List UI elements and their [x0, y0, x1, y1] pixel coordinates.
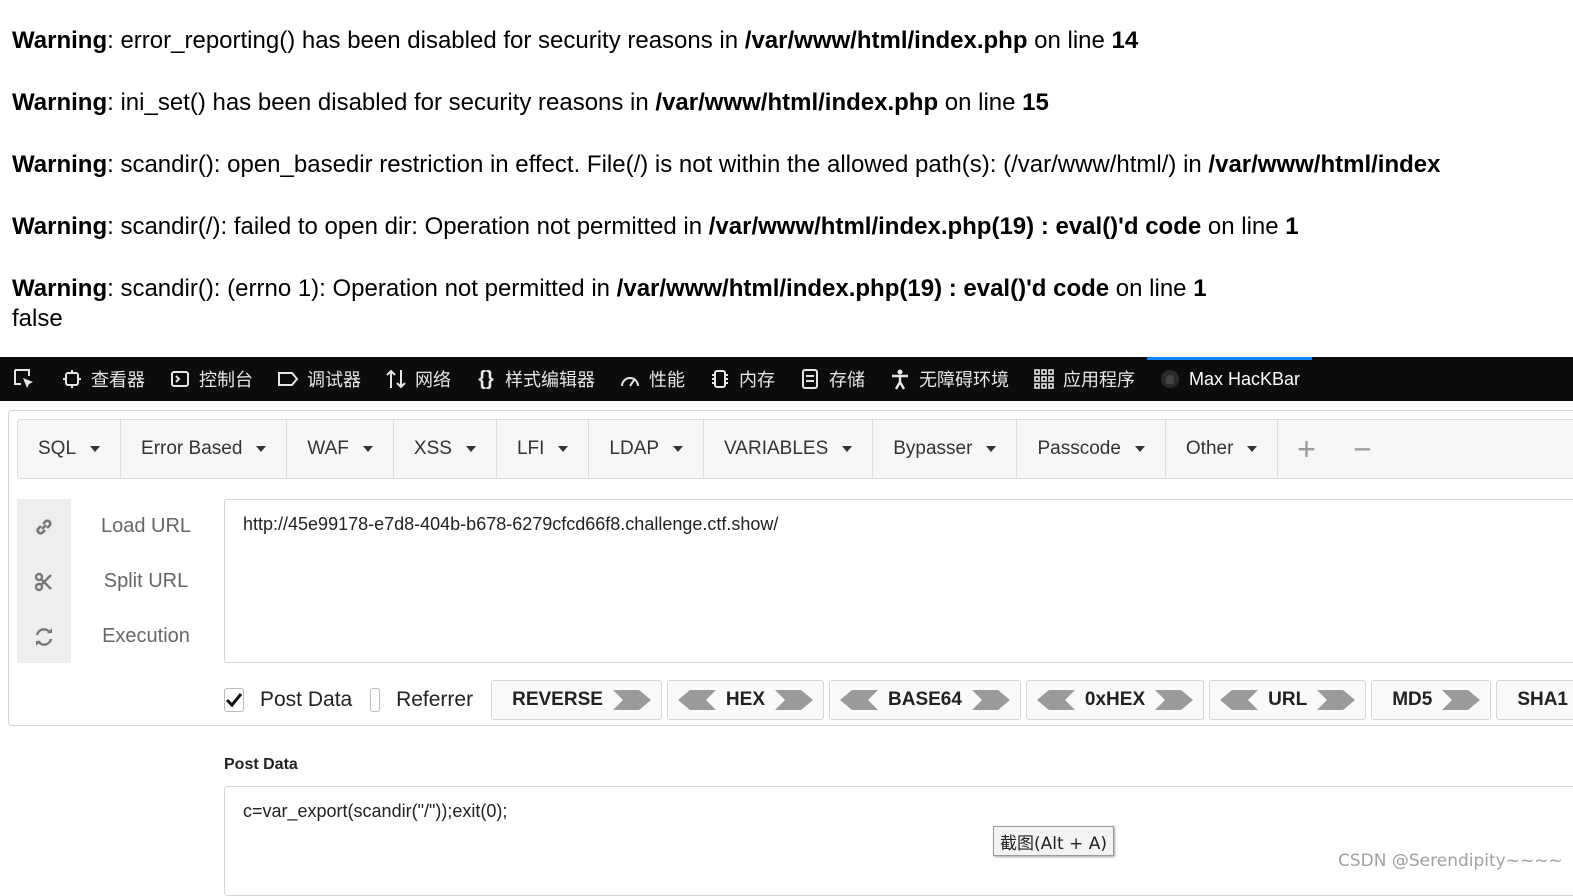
post-data-checkbox[interactable]	[224, 688, 244, 712]
warning-line: Warning: scandir(): open_basedir restric…	[12, 151, 1441, 178]
link-icon[interactable]	[17, 499, 71, 554]
menu-waf[interactable]: WAF	[287, 420, 394, 478]
post-data-label: Post Data	[260, 688, 353, 711]
warning-line: Warning: error_reporting() has been disa…	[12, 27, 1139, 54]
hackbar-menu: SQL Error Based WAF XSS LFI LDAP VARIABL…	[17, 419, 1573, 479]
element-picker-icon[interactable]	[11, 366, 37, 392]
menu-other[interactable]: Other	[1166, 420, 1279, 478]
hex-button[interactable]: HEX	[666, 680, 824, 720]
arrow-left-icon	[840, 690, 878, 710]
tab-memory[interactable]: 内存	[697, 357, 787, 401]
devtools-toolbar: 查看器 控制台 调试器 网络 {} 样式编辑器 性能 内存 存储 无障碍环境 应…	[0, 357, 1573, 401]
arrow-left-icon	[1036, 690, 1075, 710]
caret-down-icon	[465, 446, 476, 452]
execution-button[interactable]: Execution	[71, 609, 221, 664]
caret-down-icon	[673, 446, 684, 452]
caret-down-icon	[362, 446, 373, 452]
output-text: false	[12, 305, 63, 332]
scissors-icon[interactable]	[17, 554, 71, 609]
post-data-input[interactable]: c=var_export(scandir("/"));exit(0);	[224, 786, 1573, 896]
screenshot-tooltip: 截图(Alt + A)	[993, 826, 1114, 856]
accessibility-icon	[889, 368, 911, 390]
post-data-section-label: Post Data	[224, 756, 298, 773]
performance-icon	[619, 368, 641, 390]
watermark: CSDN @Serendipity~~~~	[1338, 851, 1563, 871]
action-labels: Load URL Split URL Execution	[71, 499, 221, 664]
arrow-right-icon	[1317, 690, 1356, 710]
url-input[interactable]: http://45e99178-e7d8-404b-b678-6279cfcd6…	[224, 499, 1573, 663]
tab-performance[interactable]: 性能	[607, 357, 697, 401]
caret-down-icon	[558, 446, 569, 452]
caret-down-icon	[1247, 446, 1258, 452]
menu-xss[interactable]: XSS	[394, 420, 497, 478]
hackbar-panel: SQL Error Based WAF XSS LFI LDAP VARIABL…	[8, 410, 1573, 726]
reverse-button[interactable]: REVERSE	[491, 680, 662, 720]
0xhex-button[interactable]: 0xHEX	[1025, 680, 1205, 720]
console-icon	[169, 368, 191, 390]
inspector-icon	[61, 368, 83, 390]
arrow-right-icon	[612, 690, 651, 710]
warning-line: Warning: scandir(): (errno 1): Operation…	[12, 275, 1207, 302]
caret-down-icon	[986, 446, 997, 452]
referrer-checkbox[interactable]	[370, 688, 381, 712]
arrow-left-icon	[677, 690, 716, 710]
tab-max-hackbar[interactable]: Max HacKBar	[1147, 357, 1313, 401]
menu-ldap[interactable]: LDAP	[589, 420, 705, 478]
warning-line: Warning: scandir(/): failed to open dir:…	[12, 213, 1299, 240]
arrow-right-icon	[775, 690, 813, 710]
caret-down-icon	[842, 446, 853, 452]
menu-passcode[interactable]: Passcode	[1017, 420, 1166, 478]
tab-inspector[interactable]: 查看器	[49, 357, 157, 401]
base64-button[interactable]: BASE64	[829, 680, 1021, 720]
php-warnings: Warning: error_reporting() has been disa…	[12, 26, 1572, 334]
caret-down-icon	[90, 446, 101, 452]
tab-storage[interactable]: 存储	[787, 357, 877, 401]
arrow-left-icon	[1220, 690, 1259, 710]
load-url-button[interactable]: Load URL	[71, 499, 221, 554]
action-icons-column	[17, 499, 71, 663]
arrow-right-icon	[971, 690, 1010, 710]
caret-down-icon	[256, 446, 267, 452]
hackbar-icon	[1159, 368, 1181, 390]
debugger-icon	[277, 368, 299, 390]
tab-style-editor[interactable]: {} 样式编辑器	[463, 357, 607, 401]
network-icon	[385, 368, 407, 390]
menu-lfi[interactable]: LFI	[497, 420, 590, 478]
tab-application[interactable]: 应用程序	[1021, 357, 1147, 401]
menu-variables[interactable]: VARIABLES	[704, 420, 874, 478]
caret-down-icon	[1134, 446, 1145, 452]
sha1-button[interactable]: SHA1	[1496, 680, 1573, 720]
remove-tab-button[interactable]: −	[1334, 420, 1390, 478]
warning-line: Warning: ini_set() has been disabled for…	[12, 89, 1049, 116]
style-editor-icon: {}	[478, 367, 494, 390]
options-row: Post Data Referrer REVERSE HEX BASE64 0x…	[224, 679, 1573, 721]
checkmark-icon	[225, 693, 243, 708]
arrow-right-icon	[1442, 690, 1481, 710]
menu-bypasser[interactable]: Bypasser	[873, 420, 1018, 478]
tab-console[interactable]: 控制台	[157, 357, 265, 401]
tab-debugger[interactable]: 调试器	[265, 357, 373, 401]
application-icon	[1033, 368, 1055, 390]
referrer-label: Referrer	[396, 688, 474, 711]
storage-icon	[799, 368, 821, 390]
menu-error-based[interactable]: Error Based	[121, 420, 288, 478]
add-tab-button[interactable]: +	[1278, 420, 1334, 478]
tab-network[interactable]: 网络	[373, 357, 463, 401]
md5-button[interactable]: MD5	[1371, 680, 1492, 720]
arrow-right-icon	[1155, 690, 1194, 710]
menu-sql[interactable]: SQL	[18, 420, 122, 478]
tab-accessibility[interactable]: 无障碍环境	[877, 357, 1021, 401]
split-url-button[interactable]: Split URL	[71, 554, 221, 609]
url-encode-button[interactable]: URL	[1209, 680, 1367, 720]
refresh-icon[interactable]	[17, 609, 71, 664]
memory-icon	[709, 368, 731, 390]
